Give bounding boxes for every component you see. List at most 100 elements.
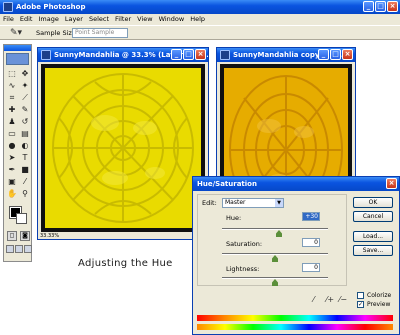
colorize-checkbox[interactable] <box>357 292 364 299</box>
document-status-bar: 33.33% <box>40 233 206 239</box>
app-title: Adobe Photoshop <box>16 3 86 11</box>
eyedropper-add-icon[interactable]: ⁄+ <box>326 295 334 304</box>
doc-copy-minimize-button[interactable]: _ <box>318 49 329 60</box>
dialog-title-bar[interactable]: Hue/Saturation × <box>193 177 399 191</box>
options-bar: ✎▾ Sample Size: Point Sample <box>0 25 400 40</box>
menu-help[interactable]: Help <box>190 14 205 25</box>
notes-tool-icon[interactable]: ▣ <box>6 176 18 187</box>
lightness-slider-thumb[interactable] <box>272 279 278 286</box>
ok-button[interactable]: OK <box>353 197 393 208</box>
full-screen-button[interactable] <box>24 245 32 253</box>
hue-label: Hue: <box>226 214 242 222</box>
eraser-tool-icon[interactable]: ▭ <box>6 128 18 139</box>
eyedropper-subtract-icon[interactable]: ⁄− <box>339 295 347 304</box>
hue-value-field[interactable]: +30 <box>302 212 320 221</box>
dialog-title: Hue/Saturation <box>197 180 257 188</box>
chevron-down-icon[interactable]: ▼ <box>275 199 283 207</box>
hue-saturation-dialog: Hue/Saturation × OK Cancel Load... Save.… <box>192 176 400 335</box>
dialog-window-controls: × <box>386 178 397 189</box>
menu-layer[interactable]: Layer <box>65 14 83 25</box>
menu-image[interactable]: Image <box>38 14 58 25</box>
tool-grid: ⬚ ✥ ∿ ✦ ⌗ ⟋ ✚ ✎ ♟ ↺ ▭ ▤ ● ◐ ➤ T ✒ ■ ▣ ⁄ … <box>4 67 31 200</box>
edit-channel-value: Master <box>225 199 246 206</box>
clone-stamp-tool-icon[interactable]: ♟ <box>6 116 18 127</box>
doc-copy-maximize-button[interactable]: □ <box>330 49 341 60</box>
background-color-swatch[interactable] <box>16 213 27 224</box>
shape-tool-icon[interactable]: ■ <box>19 164 31 175</box>
standard-mode-button[interactable]: ◻ <box>7 231 17 241</box>
load-button[interactable]: Load... <box>353 231 393 242</box>
save-button[interactable]: Save... <box>353 245 393 256</box>
document-copy-icon <box>220 50 230 60</box>
magic-wand-tool-icon[interactable]: ✦ <box>19 80 31 91</box>
zoom-readout[interactable]: 33.33% <box>40 233 59 239</box>
healing-brush-tool-icon[interactable]: ✚ <box>6 104 18 115</box>
screen-mode-row <box>6 245 32 253</box>
document-window-controls: _ □ × <box>171 49 206 60</box>
hue-slider-thumb[interactable] <box>276 230 282 237</box>
menu-select[interactable]: Select <box>89 14 109 25</box>
document-copy-title-bar[interactable]: SunnyMandahlia copy @ 25... _ □ × <box>217 48 355 62</box>
minimize-button[interactable]: _ <box>363 1 374 12</box>
pen-tool-icon[interactable]: ✒ <box>6 164 18 175</box>
saturation-slider-thumb[interactable] <box>272 255 278 262</box>
full-screen-menu-button[interactable] <box>15 245 23 253</box>
toolbox-title-bar[interactable] <box>4 45 31 51</box>
saturation-label: Saturation: <box>226 240 263 248</box>
maximize-button[interactable]: □ <box>375 1 386 12</box>
zoom-tool-icon[interactable]: ⚲ <box>19 188 31 199</box>
caption-text: Adjusting the Hue <box>78 258 173 269</box>
doc-close-button[interactable]: × <box>195 49 206 60</box>
app-title-bar: Adobe Photoshop _ □ × <box>0 0 400 14</box>
lightness-value-field[interactable]: 0 <box>302 263 320 272</box>
menu-view[interactable]: View <box>137 14 152 25</box>
lightness-label: Lightness: <box>226 265 260 273</box>
document-canvas[interactable] <box>41 64 205 232</box>
close-button[interactable]: × <box>387 1 398 12</box>
dodge-tool-icon[interactable]: ◐ <box>19 140 31 151</box>
saturation-slider-track[interactable] <box>222 253 328 255</box>
hue-slider-track[interactable] <box>222 228 328 230</box>
standard-screen-button[interactable] <box>6 245 14 253</box>
history-brush-tool-icon[interactable]: ↺ <box>19 116 31 127</box>
gradient-tool-icon[interactable]: ▤ <box>19 128 31 139</box>
hue-spectrum-bar-bottom <box>197 324 393 330</box>
preview-checkbox[interactable]: ✓ <box>357 301 364 308</box>
mask-mode-row: ◻ ◙ <box>7 231 30 241</box>
hand-tool-icon[interactable]: ✋ <box>6 188 18 199</box>
colorize-label: Colorize <box>367 292 392 299</box>
doc-maximize-button[interactable]: □ <box>183 49 194 60</box>
window-controls: _ □ × <box>363 1 398 12</box>
cancel-button[interactable]: Cancel <box>353 211 393 222</box>
menu-window[interactable]: Window <box>159 14 185 25</box>
doc-copy-close-button[interactable]: × <box>342 49 353 60</box>
blur-tool-icon[interactable]: ● <box>6 140 18 151</box>
crop-tool-icon[interactable]: ⌗ <box>6 92 18 103</box>
adjustment-frame: Edit: Master ▼ Hue: +30 Saturation: 0 Li… <box>197 194 347 286</box>
document-icon <box>41 50 51 60</box>
doc-minimize-button[interactable]: _ <box>171 49 182 60</box>
photoshop-app-icon <box>3 2 13 12</box>
dialog-close-button[interactable]: × <box>386 178 397 189</box>
saturation-value-field[interactable]: 0 <box>302 238 320 247</box>
adobe-online-logo[interactable] <box>6 53 29 65</box>
eyedropper-icon[interactable]: ⁄ <box>19 176 31 187</box>
eyedropper-tool-icon[interactable]: ✎▾ <box>10 28 22 38</box>
move-tool-icon[interactable]: ✥ <box>19 68 31 79</box>
lightness-slider-track[interactable] <box>222 277 328 279</box>
eyedropper-sample-icon[interactable]: ⁄ <box>313 295 314 304</box>
menu-filter[interactable]: Filter <box>115 14 131 25</box>
slice-tool-icon[interactable]: ⟋ <box>19 92 31 103</box>
document-title-bar[interactable]: SunnyMandahlia @ 33.3% (Layer 1, R... _ … <box>38 48 208 62</box>
edit-channel-select[interactable]: Master ▼ <box>222 198 284 208</box>
marquee-tool-icon[interactable]: ⬚ <box>6 68 18 79</box>
menu-edit[interactable]: Edit <box>20 14 33 25</box>
brush-tool-icon[interactable]: ✎ <box>19 104 31 115</box>
lasso-tool-icon[interactable]: ∿ <box>6 80 18 91</box>
quick-mask-button[interactable]: ◙ <box>20 231 30 241</box>
menu-bar: File Edit Image Layer Select Filter View… <box>0 14 400 25</box>
path-selection-tool-icon[interactable]: ➤ <box>6 152 18 163</box>
sample-size-select[interactable]: Point Sample <box>72 28 128 38</box>
menu-file[interactable]: File <box>3 14 14 25</box>
type-tool-icon[interactable]: T <box>19 152 31 163</box>
